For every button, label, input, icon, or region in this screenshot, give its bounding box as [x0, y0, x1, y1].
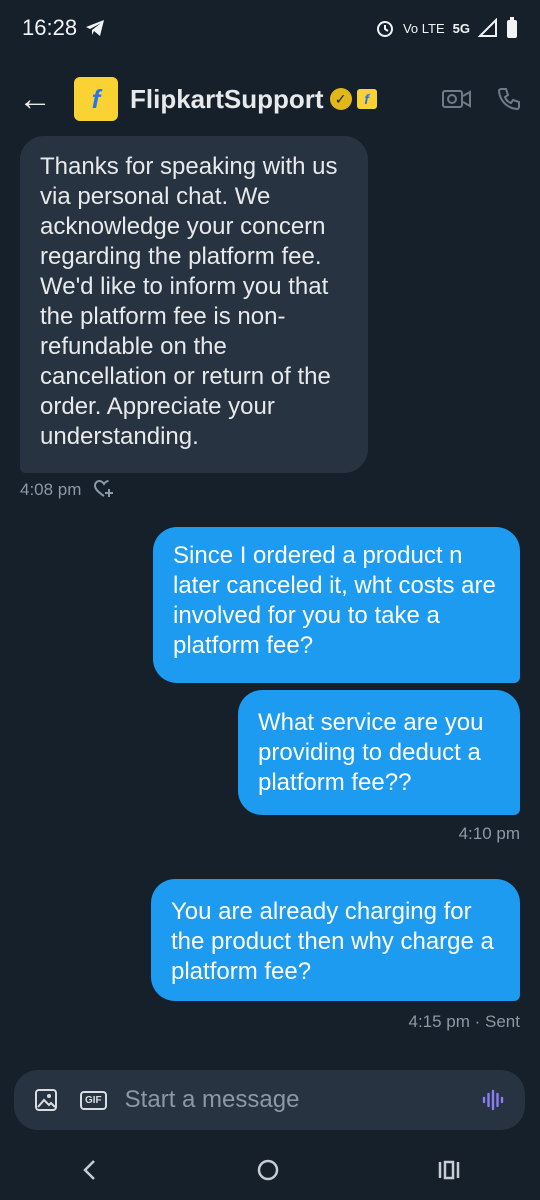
back-arrow-icon[interactable]: ← — [18, 80, 74, 119]
network-type: 5G — [452, 20, 470, 36]
clock: 16:28 — [22, 15, 78, 40]
outgoing-message-bubble[interactable]: What service are you providing to deduct… — [238, 690, 520, 815]
gif-button[interactable]: GIF — [80, 1090, 107, 1110]
message-composer: GIF Start a message — [14, 1070, 525, 1130]
avatar[interactable]: f — [74, 77, 118, 121]
alarm-icon — [376, 21, 393, 37]
nav-recents-icon[interactable] — [437, 1159, 461, 1181]
contact-name[interactable]: FlipkartSupport — [130, 84, 324, 115]
affiliate-badge-icon: f — [356, 89, 377, 109]
nav-back-icon[interactable] — [79, 1158, 99, 1182]
volte-indicator: Vo LTE — [402, 20, 445, 36]
verified-badge-icon: ✓ — [329, 88, 352, 110]
video-call-icon[interactable] — [442, 87, 472, 111]
telegram-icon — [86, 20, 105, 36]
outgoing-message-bubble[interactable]: You are already charging for the product… — [151, 879, 520, 1001]
outgoing-message-bubble[interactable]: Since I ordered a product n later cancel… — [153, 527, 520, 683]
avatar-logo: f — [91, 83, 101, 114]
image-icon[interactable] — [34, 1088, 58, 1112]
nav-home-icon[interactable] — [256, 1158, 280, 1182]
voice-message-icon[interactable] — [481, 1088, 505, 1112]
battery-icon — [507, 17, 517, 38]
status-bar: 16:28 Vo LTE 5G — [0, 0, 540, 56]
message-timestamp: 4:08 pm — [20, 480, 114, 500]
phone-call-icon[interactable] — [496, 86, 522, 112]
chat-header: ← f FlipkartSupport ✓ f — [0, 62, 540, 136]
add-reaction-icon[interactable] — [94, 480, 114, 498]
system-navigation-bar — [0, 1140, 540, 1200]
incoming-message-bubble[interactable]: Thanks for speaking with us via personal… — [20, 136, 368, 473]
message-status: 4:15 pm · Sent — [408, 1012, 520, 1031]
message-input[interactable]: Start a message — [125, 1086, 481, 1114]
signal-icon — [478, 18, 497, 37]
message-timestamp: 4:10 pm — [458, 824, 520, 843]
